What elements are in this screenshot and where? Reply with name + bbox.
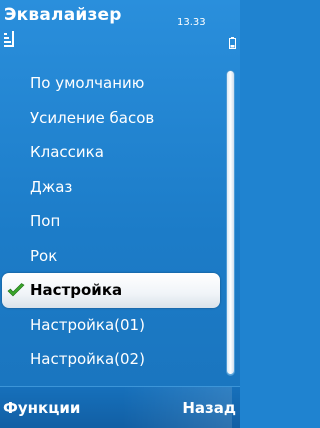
list-item-label: Джаз: [30, 177, 73, 196]
list-item[interactable]: Джаз: [0, 170, 220, 205]
list-item-label: Классика: [30, 143, 104, 161]
softkey-bar: Функции Назад: [0, 386, 240, 428]
checkmark-icon: [7, 283, 25, 297]
list-item[interactable]: Настройка(01): [0, 308, 220, 343]
list-item[interactable]: Рок: [0, 239, 220, 274]
signal-icon: [4, 31, 14, 47]
equalizer-screen: Эквалайзер 13.33 По умолчанию Усиление ба…: [0, 0, 240, 428]
list-item-label: Настройка(02): [30, 350, 145, 368]
list-item-label: Усиление басов: [30, 108, 155, 127]
list-item-selected[interactable]: Настройка: [2, 273, 220, 308]
list-item-label: Настройка: [30, 281, 123, 299]
list-item-label: Рок: [30, 246, 58, 265]
back-softkey[interactable]: Назад: [182, 399, 236, 417]
scrollbar[interactable]: [226, 70, 235, 376]
list-item-label: Поп: [30, 212, 61, 230]
list-item[interactable]: Усиление басов: [0, 101, 220, 136]
preset-list: По умолчанию Усиление басов Классика Джаз По…: [0, 66, 220, 377]
app-title: Эквалайзер: [4, 5, 122, 25]
list-item[interactable]: По умолчанию: [0, 66, 220, 101]
list-item[interactable]: Классика: [0, 135, 220, 170]
scrollbar-thumb[interactable]: [227, 71, 234, 374]
battery-icon: [229, 37, 236, 49]
list-item[interactable]: Поп: [0, 204, 220, 239]
status-bar: Эквалайзер 13.33: [0, 0, 240, 50]
list-item[interactable]: Настройка(02): [0, 342, 220, 377]
options-softkey[interactable]: Функции: [3, 399, 80, 417]
clock: 13.33: [177, 17, 206, 28]
list-item-label: Настройка(01): [30, 315, 145, 334]
list-item-label: По умолчанию: [30, 74, 145, 92]
